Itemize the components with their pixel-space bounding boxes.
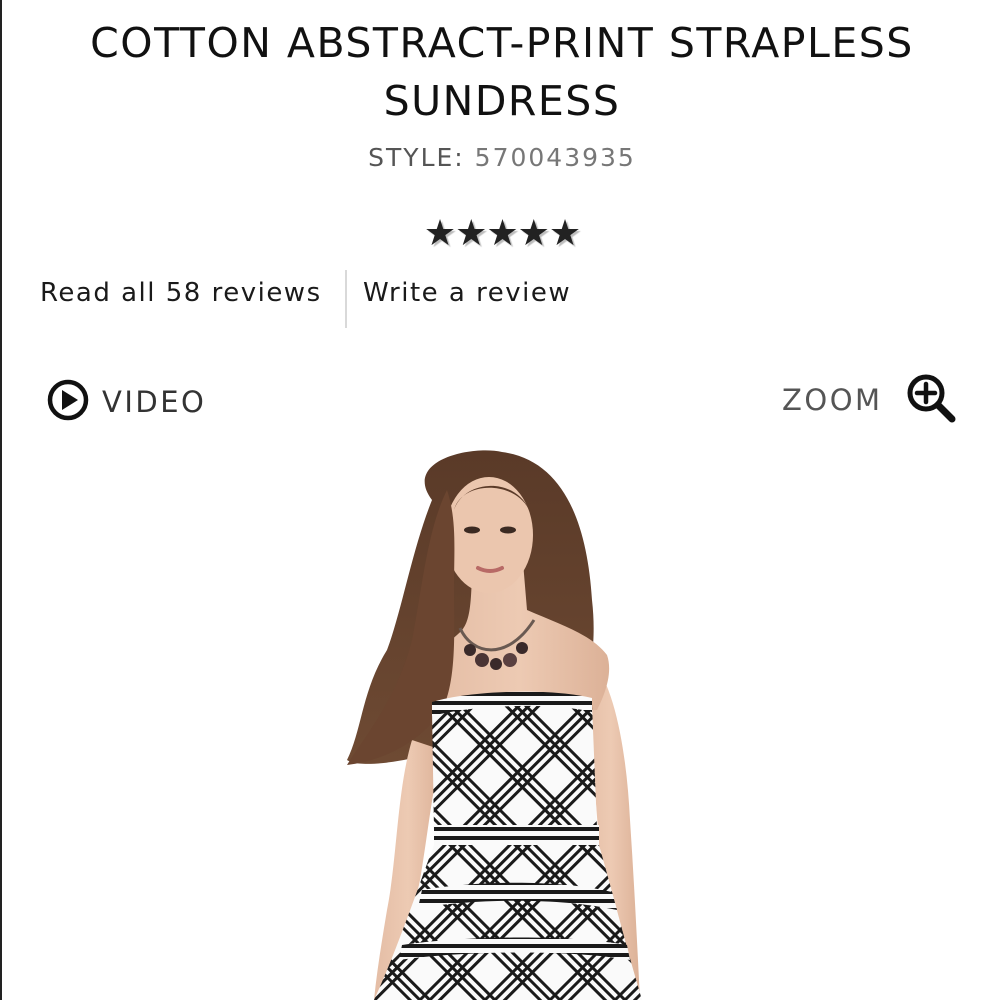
video-label: VIDEO [102, 385, 207, 419]
style-line: STYLE: 570043935 [2, 143, 1000, 172]
review-links: Read all 58 reviews Write a review [2, 268, 1000, 328]
model-photo [347, 450, 642, 1000]
zoom-button[interactable]: ZOOM [782, 374, 957, 426]
product-image[interactable] [2, 440, 1000, 1000]
write-review-link[interactable]: Write a review [363, 278, 571, 308]
product-page: COTTON ABSTRACT-PRINT STRAPLESS SUNDRESS… [0, 0, 1000, 1000]
read-all-reviews-link[interactable]: Read all 58 reviews [40, 278, 322, 308]
zoom-in-icon [905, 372, 957, 428]
product-title: COTTON ABSTRACT-PRINT STRAPLESS SUNDRESS [90, 19, 914, 125]
review-divider [345, 270, 347, 328]
style-label: STYLE: [368, 143, 465, 172]
style-number: 570043935 [474, 143, 636, 172]
video-button[interactable]: VIDEO [46, 378, 206, 426]
zoom-label: ZOOM [782, 383, 883, 417]
play-icon [46, 378, 90, 426]
star-rating[interactable]: ★★★★★ [2, 212, 1000, 256]
